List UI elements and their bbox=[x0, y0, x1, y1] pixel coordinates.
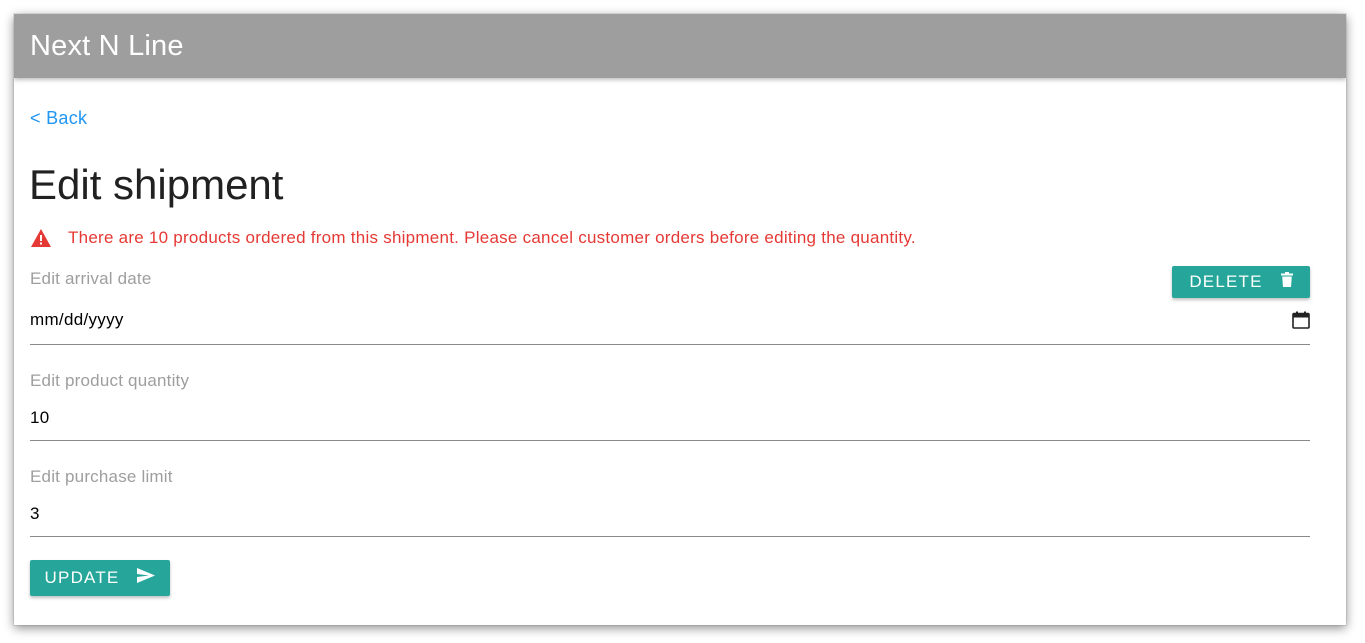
arrival-date-field: Edit arrival date bbox=[30, 269, 1310, 345]
product-quantity-underline bbox=[30, 440, 1310, 441]
product-quantity-input[interactable] bbox=[30, 406, 1310, 430]
back-link[interactable]: < Back bbox=[30, 107, 87, 129]
warning-icon bbox=[30, 228, 52, 248]
update-button-label: UPDATE bbox=[44, 568, 120, 587]
app-title: Next N Line bbox=[30, 30, 184, 62]
calendar-icon[interactable] bbox=[1292, 311, 1310, 329]
product-quantity-field: Edit product quantity bbox=[30, 371, 1310, 441]
purchase-limit-label: Edit purchase limit bbox=[30, 467, 173, 486]
purchase-limit-field: Edit purchase limit bbox=[30, 467, 1310, 537]
quantity-warning-alert: There are 10 products ordered from this … bbox=[30, 226, 916, 250]
warning-message: There are 10 products ordered from this … bbox=[68, 228, 916, 247]
send-icon bbox=[137, 568, 156, 588]
purchase-limit-input[interactable] bbox=[30, 502, 1310, 526]
page-title: Edit shipment bbox=[29, 161, 284, 208]
app-bar: Next N Line bbox=[14, 14, 1346, 78]
product-quantity-label: Edit product quantity bbox=[30, 371, 190, 390]
purchase-limit-underline bbox=[30, 536, 1310, 537]
arrival-date-input[interactable] bbox=[30, 308, 1310, 332]
app-window: Next N Line < Back Edit shipment There a… bbox=[14, 14, 1346, 625]
update-button[interactable]: UPDATE bbox=[30, 560, 170, 596]
arrival-date-label: Edit arrival date bbox=[30, 269, 152, 288]
arrival-date-underline bbox=[30, 344, 1310, 345]
